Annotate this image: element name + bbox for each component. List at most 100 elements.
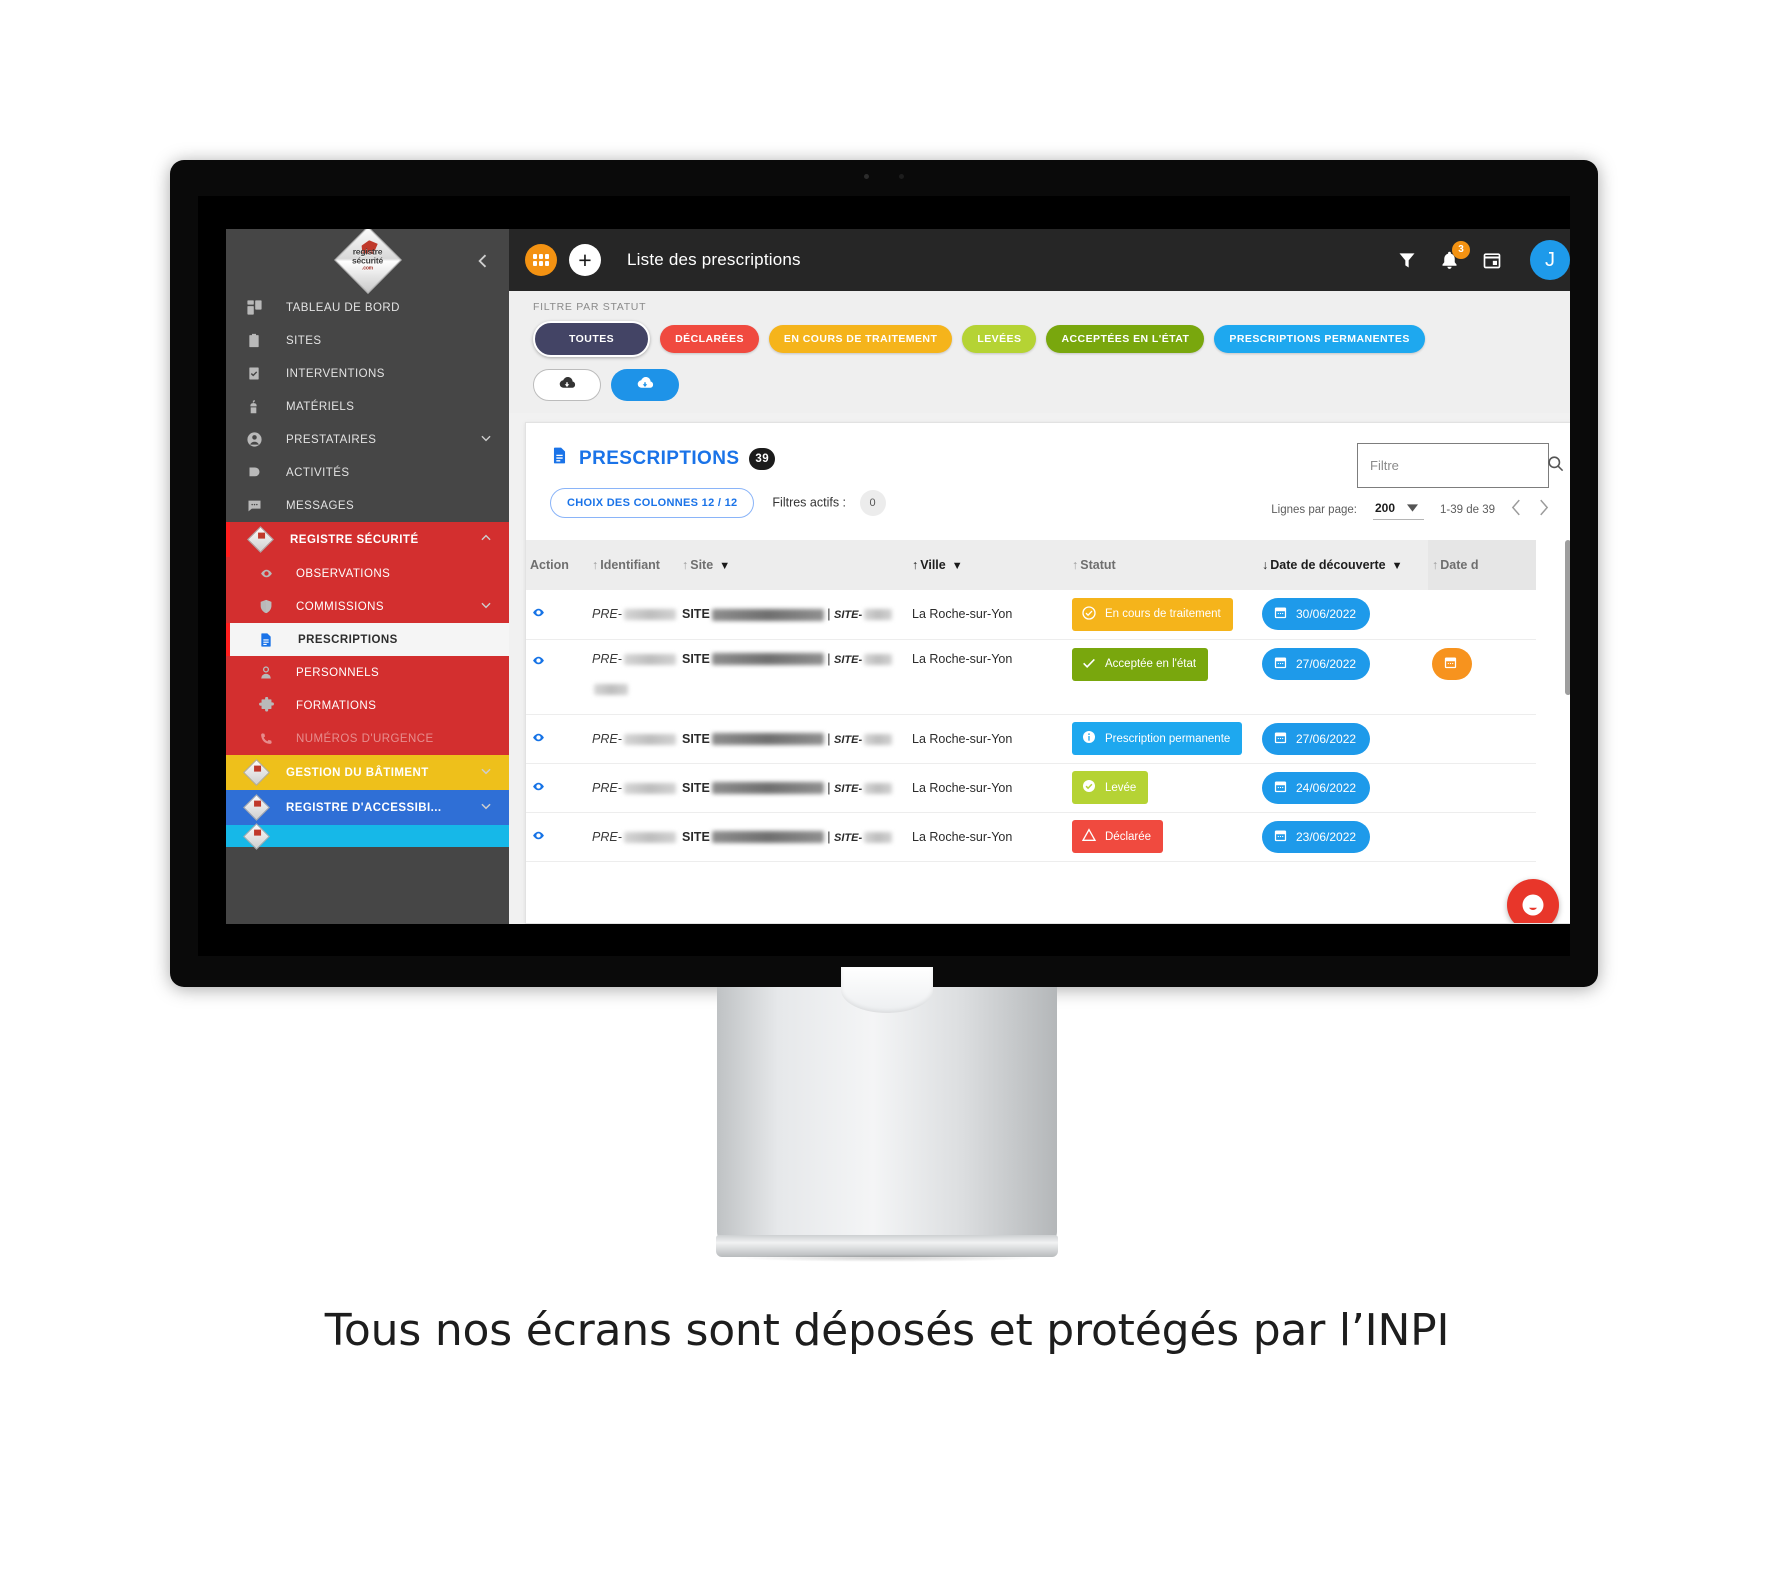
cell-statut: En cours de traitement xyxy=(1068,590,1258,639)
export-button-outline[interactable] xyxy=(533,369,601,401)
chevron-down-icon[interactable] xyxy=(479,598,501,615)
sidebar-item-label: MATÉRIELS xyxy=(286,400,355,413)
cell-identifiant: PRE- xyxy=(588,714,678,763)
eye-icon[interactable] xyxy=(530,733,547,747)
avatar[interactable]: J xyxy=(1530,240,1570,280)
chip-declarees[interactable]: DÉCLARÉES xyxy=(660,325,759,353)
calendar-icon xyxy=(1273,779,1288,797)
column-chooser-button[interactable]: CHOIX DES COLONNES 12 / 12 xyxy=(550,488,755,518)
export-button-filled[interactable] xyxy=(611,369,679,401)
active-filters-label: Filtres actifs : xyxy=(772,495,847,510)
sidebar-item-registre-securite[interactable]: REGISTRE SÉCURITÉ xyxy=(226,522,509,557)
prescriptions-card: PRESCRIPTIONS 39 CHOIX DES COLONNES 12 /… xyxy=(525,422,1570,924)
search-input[interactable] xyxy=(1370,458,1546,473)
table-row[interactable]: PRE- SITE | SITE- La Roche-sur-Yon Levée xyxy=(526,763,1536,812)
sidebar-item-label: REGISTRE D'ACCESSIBI... xyxy=(286,801,442,814)
active-filters-count: 0 xyxy=(859,490,886,516)
col-date-2[interactable]: ↑ Date d xyxy=(1428,540,1536,590)
cell-site: SITE | SITE- xyxy=(678,590,908,639)
sidebar-section-gestion-du-batiment: GESTION DU BÂTIMENT xyxy=(226,755,509,790)
sidebar-item-partial[interactable] xyxy=(226,822,509,850)
logo-text: registre sécurité .com xyxy=(351,246,384,272)
chevron-up-icon[interactable] xyxy=(479,531,501,548)
sidebar-item-activites[interactable]: ACTIVITÉS xyxy=(226,456,509,489)
date-pill: 27/06/2022 xyxy=(1262,647,1371,680)
document-icon xyxy=(550,445,569,472)
sidebar-item-prescriptions[interactable]: PRESCRIPTIONS xyxy=(226,623,509,656)
search-box[interactable] xyxy=(1357,443,1564,488)
sidebar-item-prestataires[interactable]: PRESTATAIRES xyxy=(226,423,509,456)
sidebar-item-formations[interactable]: FORMATIONS xyxy=(226,689,509,722)
col-ville[interactable]: ↑ Ville ▼ xyxy=(908,540,1068,590)
search-icon[interactable] xyxy=(1546,454,1565,478)
eye-icon[interactable] xyxy=(530,656,547,670)
table-row[interactable]: PRE- SITE | SITE- La Roche-sur-Yon Accep… xyxy=(526,639,1536,714)
funnel-icon[interactable]: ▼ xyxy=(952,560,963,572)
sidebar-item-label: OBSERVATIONS xyxy=(296,567,391,580)
table-scroll-area[interactable]: Action ↑ Identifiant ↑ Site ▼ ↑ Ville ▼ ↑ Stat… xyxy=(526,540,1570,923)
calendar-icon[interactable] xyxy=(1482,250,1502,270)
cell-date-2 xyxy=(1428,763,1536,812)
sidebar-item-label: PRESTATAIRES xyxy=(286,433,377,446)
cell-site: SITE | SITE- xyxy=(678,812,908,861)
sidebar-item-personnels[interactable]: PERSONNELS xyxy=(226,656,509,689)
sidebar-item-gestion-du-batiment[interactable]: GESTION DU BÂTIMENT xyxy=(226,755,509,790)
col-date-de-decouverte[interactable]: ↓ Date de découverte ▼ xyxy=(1258,540,1428,590)
cell-site: SITE | SITE- xyxy=(678,763,908,812)
funnel-icon[interactable] xyxy=(1397,250,1417,270)
eye-icon[interactable] xyxy=(530,608,547,622)
sidebar-item-observations[interactable]: OBSERVATIONS xyxy=(226,557,509,590)
chevron-down-icon[interactable] xyxy=(479,431,501,448)
document-icon xyxy=(258,630,284,650)
rows-per-page-select[interactable]: 200 xyxy=(1372,501,1424,520)
col-action[interactable]: Action xyxy=(526,540,588,590)
chat-support-icon[interactable] xyxy=(1507,879,1559,923)
sidebar-item-messages[interactable]: MESSAGES xyxy=(226,489,509,522)
status-badge: Déclarée xyxy=(1072,820,1164,853)
funnel-icon[interactable]: ▼ xyxy=(719,560,730,572)
table-scrollbar-thumb[interactable] xyxy=(1565,540,1570,695)
chevron-left-icon[interactable] xyxy=(473,251,493,271)
eye-icon[interactable] xyxy=(530,831,547,845)
table-row[interactable]: PRE- SITE | SITE- La Roche-sur-Yon Décla… xyxy=(526,812,1536,861)
table-header-row: Action ↑ Identifiant ↑ Site ▼ ↑ Ville ▼ ↑ Stat… xyxy=(526,540,1536,590)
col-site[interactable]: ↑ Site ▼ xyxy=(678,540,908,590)
bell-icon[interactable]: 3 xyxy=(1439,240,1470,271)
col-statut[interactable]: ↑ Statut xyxy=(1068,540,1258,590)
chip-levees[interactable]: LEVÉES xyxy=(962,325,1037,353)
table-row[interactable]: PRE- SITE | SITE- La Roche-sur-Yon En co… xyxy=(526,590,1536,639)
chevron-down-icon[interactable] xyxy=(479,764,501,781)
chevron-left-icon[interactable] xyxy=(1511,499,1522,521)
sidebar-logo[interactable]: registre sécurité .com xyxy=(226,229,509,294)
cloud-download-icon xyxy=(635,375,655,396)
download-button-group xyxy=(533,369,1562,401)
chevron-right-icon[interactable] xyxy=(1538,499,1549,521)
chevron-down-icon[interactable] xyxy=(479,799,501,816)
sidebar-item-tableau-de-bord[interactable]: TABLEAU DE BORD xyxy=(226,291,509,324)
sidebar-item-commissions[interactable]: COMMISSIONS xyxy=(226,590,509,623)
apps-grid-icon[interactable] xyxy=(525,244,557,276)
sidebar-item-registre-accessibilite[interactable]: REGISTRE D'ACCESSIBI... xyxy=(226,790,509,825)
status-badge: Acceptée en l'état xyxy=(1072,647,1209,681)
plus-icon[interactable]: + xyxy=(569,244,601,276)
monitor-stand-neck xyxy=(717,967,1057,1242)
col-identifiant[interactable]: ↑ Identifiant xyxy=(588,540,678,590)
eye-icon[interactable] xyxy=(530,782,547,796)
table-row[interactable]: PRE- SITE | SITE- La Roche-sur-Yon Presc… xyxy=(526,714,1536,763)
chip-prescriptions-permanentes[interactable]: PRESCRIPTIONS PERMANENTES xyxy=(1214,325,1425,353)
sidebar-item-sites[interactable]: SITES xyxy=(226,324,509,357)
sidebar-item-numeros-durgence[interactable]: NUMÉROS D'URGENCE xyxy=(226,722,509,755)
funnel-icon[interactable]: ▼ xyxy=(1392,560,1403,572)
prescriptions-count-badge: 39 xyxy=(749,447,775,470)
sidebar-section-partial[interactable] xyxy=(226,822,509,850)
phone-icon xyxy=(258,729,284,749)
date-pill: 24/06/2022 xyxy=(1262,771,1371,804)
chip-en-cours-de-traitement[interactable]: EN COURS DE TRAITEMENT xyxy=(768,325,953,353)
sidebar-item-materiels[interactable]: MATÉRIELS xyxy=(226,390,509,423)
main-content: + Liste des prescriptions 3 J FILTRE PAR… xyxy=(509,229,1570,924)
date-pill: 30/06/2022 xyxy=(1262,598,1371,631)
chip-toutes[interactable]: TOUTES xyxy=(533,321,651,357)
chip-acceptees-en-letat[interactable]: ACCEPTÉES EN L'ÉTAT xyxy=(1046,325,1205,353)
sidebar-item-label: PRESCRIPTIONS xyxy=(298,633,398,646)
sidebar-item-interventions[interactable]: INTERVENTIONS xyxy=(226,357,509,390)
